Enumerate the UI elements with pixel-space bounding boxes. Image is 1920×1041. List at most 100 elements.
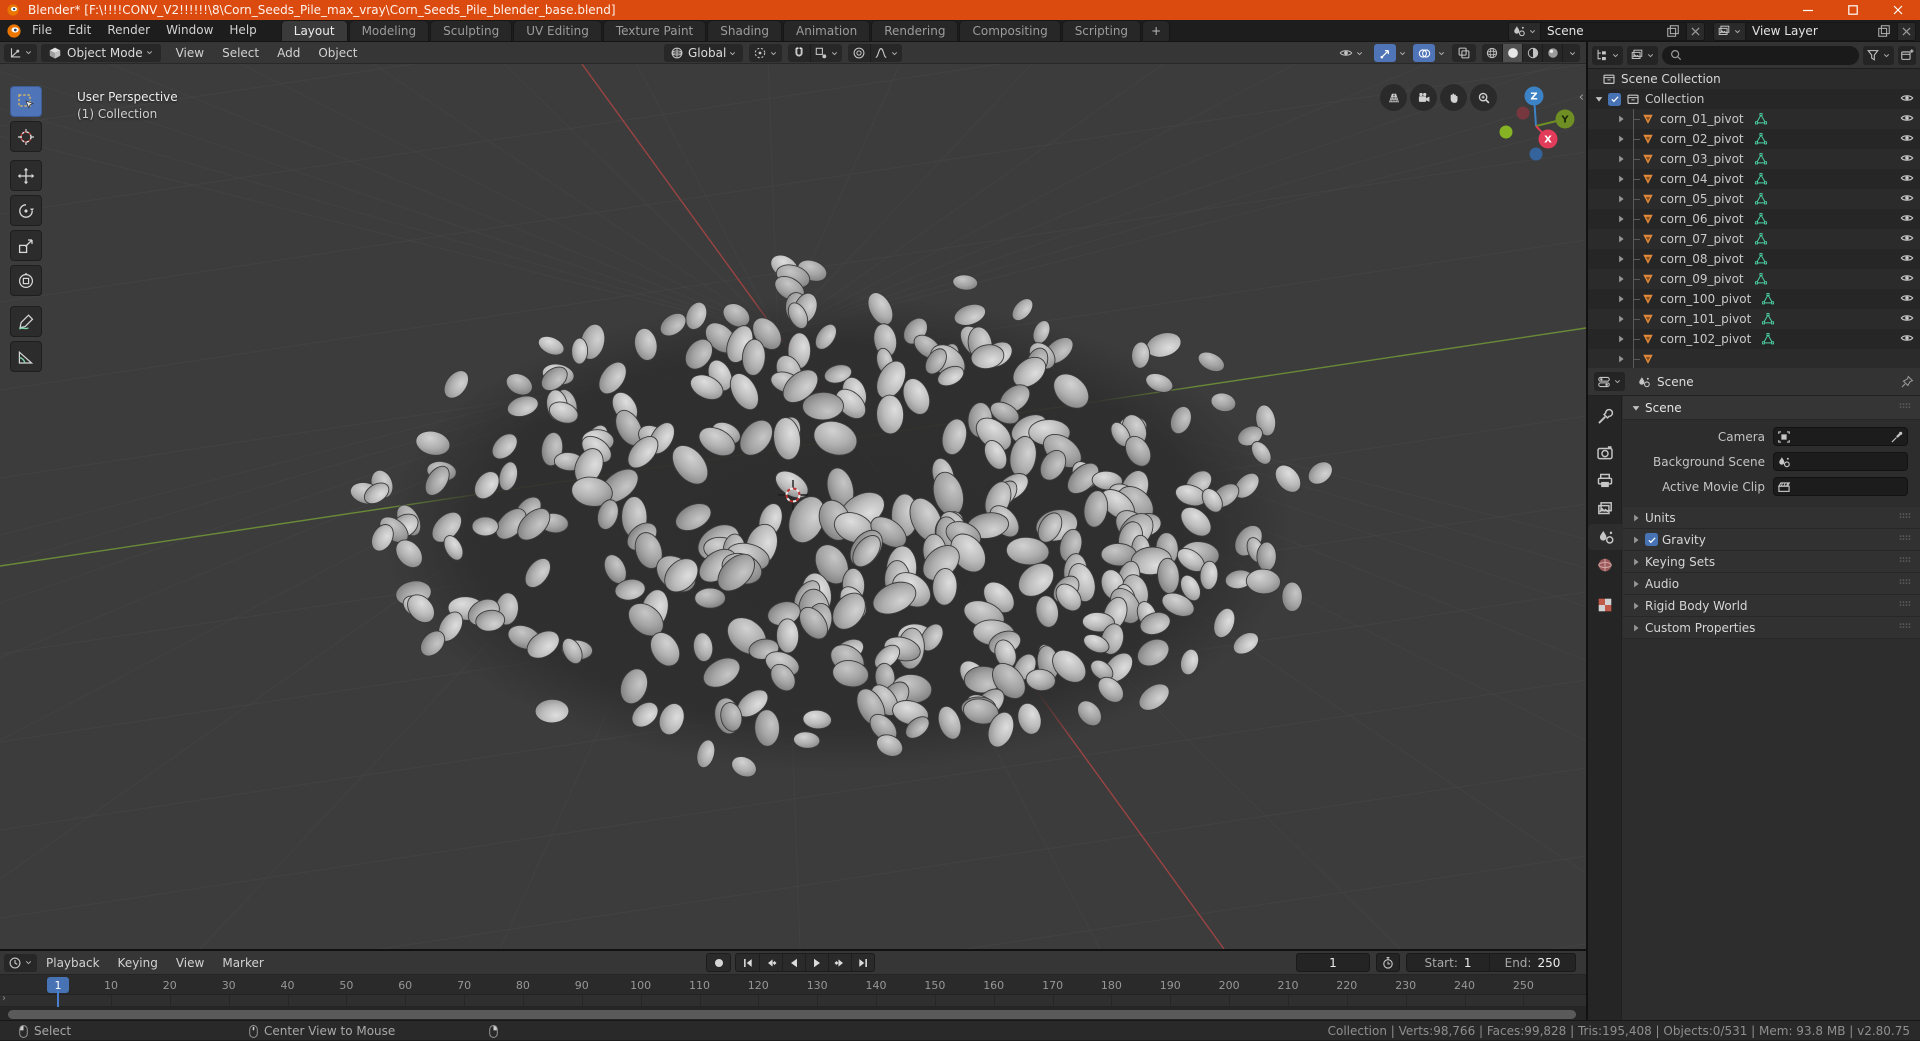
eye-icon[interactable] — [1900, 191, 1914, 205]
disclosure-right-icon[interactable] — [1616, 253, 1626, 265]
panel-keying-sets[interactable]: Keying Sets — [1623, 551, 1920, 573]
close-button[interactable] — [1875, 0, 1920, 20]
scene-panel-header[interactable]: Scene — [1623, 396, 1920, 420]
jump-start-button[interactable] — [736, 954, 759, 971]
outliner-row-object-partial[interactable] — [1588, 349, 1920, 368]
eye-icon[interactable] — [1900, 271, 1914, 285]
frame-end-field[interactable]: End: 250 — [1490, 953, 1576, 972]
outliner-row-object[interactable]: corn_04_pivot — [1588, 169, 1920, 189]
visibility-eye-toggle[interactable] — [1900, 271, 1914, 288]
play-button[interactable] — [805, 954, 828, 971]
scene-selector-browse-button[interactable] — [1508, 21, 1541, 41]
properties-tab-render[interactable] — [1588, 440, 1622, 466]
jump-end-button[interactable] — [851, 954, 874, 971]
timeline-menu-view[interactable]: View — [167, 956, 213, 970]
panel-grip-icon[interactable] — [1898, 575, 1912, 592]
timeline-scrollbar[interactable] — [8, 1010, 1576, 1019]
mode-dropdown[interactable]: Object Mode — [41, 43, 161, 62]
viewport-3d[interactable]: User Perspective (1) Collection Z YX ‹ — [0, 64, 1586, 949]
viewport-menu-add[interactable]: Add — [268, 46, 309, 60]
tool-cursor-button[interactable] — [10, 121, 42, 152]
timeline-menu-playback[interactable]: Playback — [37, 956, 109, 970]
menu-file[interactable]: File — [24, 23, 60, 37]
preview-range-button[interactable] — [1376, 953, 1400, 972]
tool-scale-button[interactable] — [10, 230, 42, 261]
eye-icon[interactable] — [1900, 131, 1914, 145]
panel-grip-icon[interactable] — [1898, 399, 1912, 416]
properties-tab-scene[interactable] — [1588, 524, 1623, 550]
visibility-eye-toggle[interactable] — [1900, 151, 1914, 168]
view-layer-remove-button[interactable] — [1898, 21, 1916, 41]
visibility-eye-toggle[interactable] — [1900, 251, 1914, 268]
properties-tab-tool[interactable] — [1588, 404, 1622, 430]
shading-wireframe-button[interactable] — [1482, 44, 1502, 62]
workspace-tab-rendering[interactable]: Rendering — [871, 20, 959, 41]
shading-dropdown[interactable] — [1562, 44, 1580, 62]
timeline-track[interactable] — [0, 995, 1586, 1007]
disclosure-right-icon[interactable] — [1616, 193, 1626, 205]
visibility-dropdown[interactable] — [1335, 44, 1368, 62]
disclosure-right-icon[interactable] — [1616, 213, 1626, 225]
disclosure-right-icon[interactable] — [1616, 113, 1626, 125]
frame-start-field[interactable]: Start: 1 — [1406, 953, 1490, 972]
shading-material-button[interactable] — [1522, 44, 1542, 62]
menu-edit[interactable]: Edit — [60, 23, 99, 37]
workspace-tab-animation[interactable]: Animation — [783, 20, 871, 41]
panel-grip-icon[interactable] — [1898, 619, 1912, 636]
disclosure-right-icon[interactable] — [1616, 133, 1626, 145]
disclosure-right-icon[interactable] — [1616, 313, 1626, 325]
eye-icon[interactable] — [1900, 311, 1914, 325]
active-movie-clip-field[interactable] — [1773, 477, 1908, 496]
proportional-editing-toggle[interactable] — [848, 44, 870, 62]
outliner-row-object[interactable]: corn_08_pivot — [1588, 249, 1920, 269]
outliner-row-object[interactable]: corn_09_pivot — [1588, 269, 1920, 289]
visibility-eye-toggle[interactable] — [1900, 131, 1914, 148]
sidebar-collapse-arrow[interactable]: ‹ — [1579, 90, 1584, 105]
visibility-eye-toggle[interactable] — [1900, 111, 1914, 128]
menu-render[interactable]: Render — [99, 23, 158, 37]
workspace-tab-modeling[interactable]: Modeling — [348, 20, 430, 41]
eye-icon[interactable] — [1900, 111, 1914, 125]
gravity-checkbox[interactable] — [1645, 533, 1658, 546]
viewport-menu-object[interactable]: Object — [309, 46, 366, 60]
disclosure-right-icon[interactable] — [1616, 333, 1626, 345]
play-reverse-button[interactable] — [782, 954, 805, 971]
proportional-falloff-dropdown[interactable] — [870, 44, 902, 62]
minimize-button[interactable] — [1785, 0, 1830, 20]
region-expand-arrow[interactable]: › — [2, 993, 6, 1004]
transform-orientation-dropdown[interactable]: Global — [664, 44, 744, 62]
workspace-tab-sculpting[interactable]: Sculpting — [430, 20, 513, 41]
eye-icon[interactable] — [1900, 91, 1914, 105]
outliner-row-object[interactable]: corn_07_pivot — [1588, 229, 1920, 249]
outliner-filter-dropdown[interactable] — [1863, 45, 1894, 65]
add-workspace-button[interactable]: + — [1142, 20, 1171, 41]
scene-unlink-button[interactable] — [1687, 21, 1705, 41]
visibility-eye-toggle[interactable] — [1900, 331, 1914, 348]
navigation-axis-gizmo[interactable]: Z YX — [1486, 74, 1582, 180]
visibility-eye-toggle[interactable] — [1900, 191, 1914, 208]
workspace-tab-shading[interactable]: Shading — [707, 20, 782, 41]
shading-solid-button[interactable] — [1502, 44, 1522, 62]
outliner-row-object[interactable]: corn_102_pivot — [1588, 329, 1920, 349]
eye-icon[interactable] — [1900, 251, 1914, 265]
shading-rendered-button[interactable] — [1542, 44, 1562, 62]
eyedropper-icon[interactable] — [1890, 430, 1904, 444]
menu-window[interactable]: Window — [158, 23, 221, 37]
editor-type-button[interactable] — [4, 43, 37, 62]
maximize-button[interactable] — [1830, 0, 1875, 20]
eye-icon[interactable] — [1900, 231, 1914, 245]
tool-move-button[interactable] — [10, 160, 42, 191]
timeline-menu-marker[interactable]: Marker — [213, 956, 272, 970]
outliner-row-scene-collection[interactable]: Scene Collection — [1588, 69, 1920, 89]
collection-checkbox[interactable] — [1608, 92, 1621, 106]
visibility-eye-toggle[interactable] — [1900, 231, 1914, 248]
camera-field[interactable] — [1773, 427, 1908, 446]
disclosure-right-icon[interactable] — [1616, 293, 1626, 305]
viewport-menu-select[interactable]: Select — [213, 46, 268, 60]
workspace-tab-compositing[interactable]: Compositing — [959, 20, 1061, 41]
outliner-row-object[interactable]: corn_05_pivot — [1588, 189, 1920, 209]
visibility-eye-toggle[interactable] — [1900, 311, 1914, 328]
tool-select-box-button[interactable] — [10, 86, 42, 117]
playhead[interactable] — [57, 991, 59, 1007]
eye-icon[interactable] — [1900, 291, 1914, 305]
